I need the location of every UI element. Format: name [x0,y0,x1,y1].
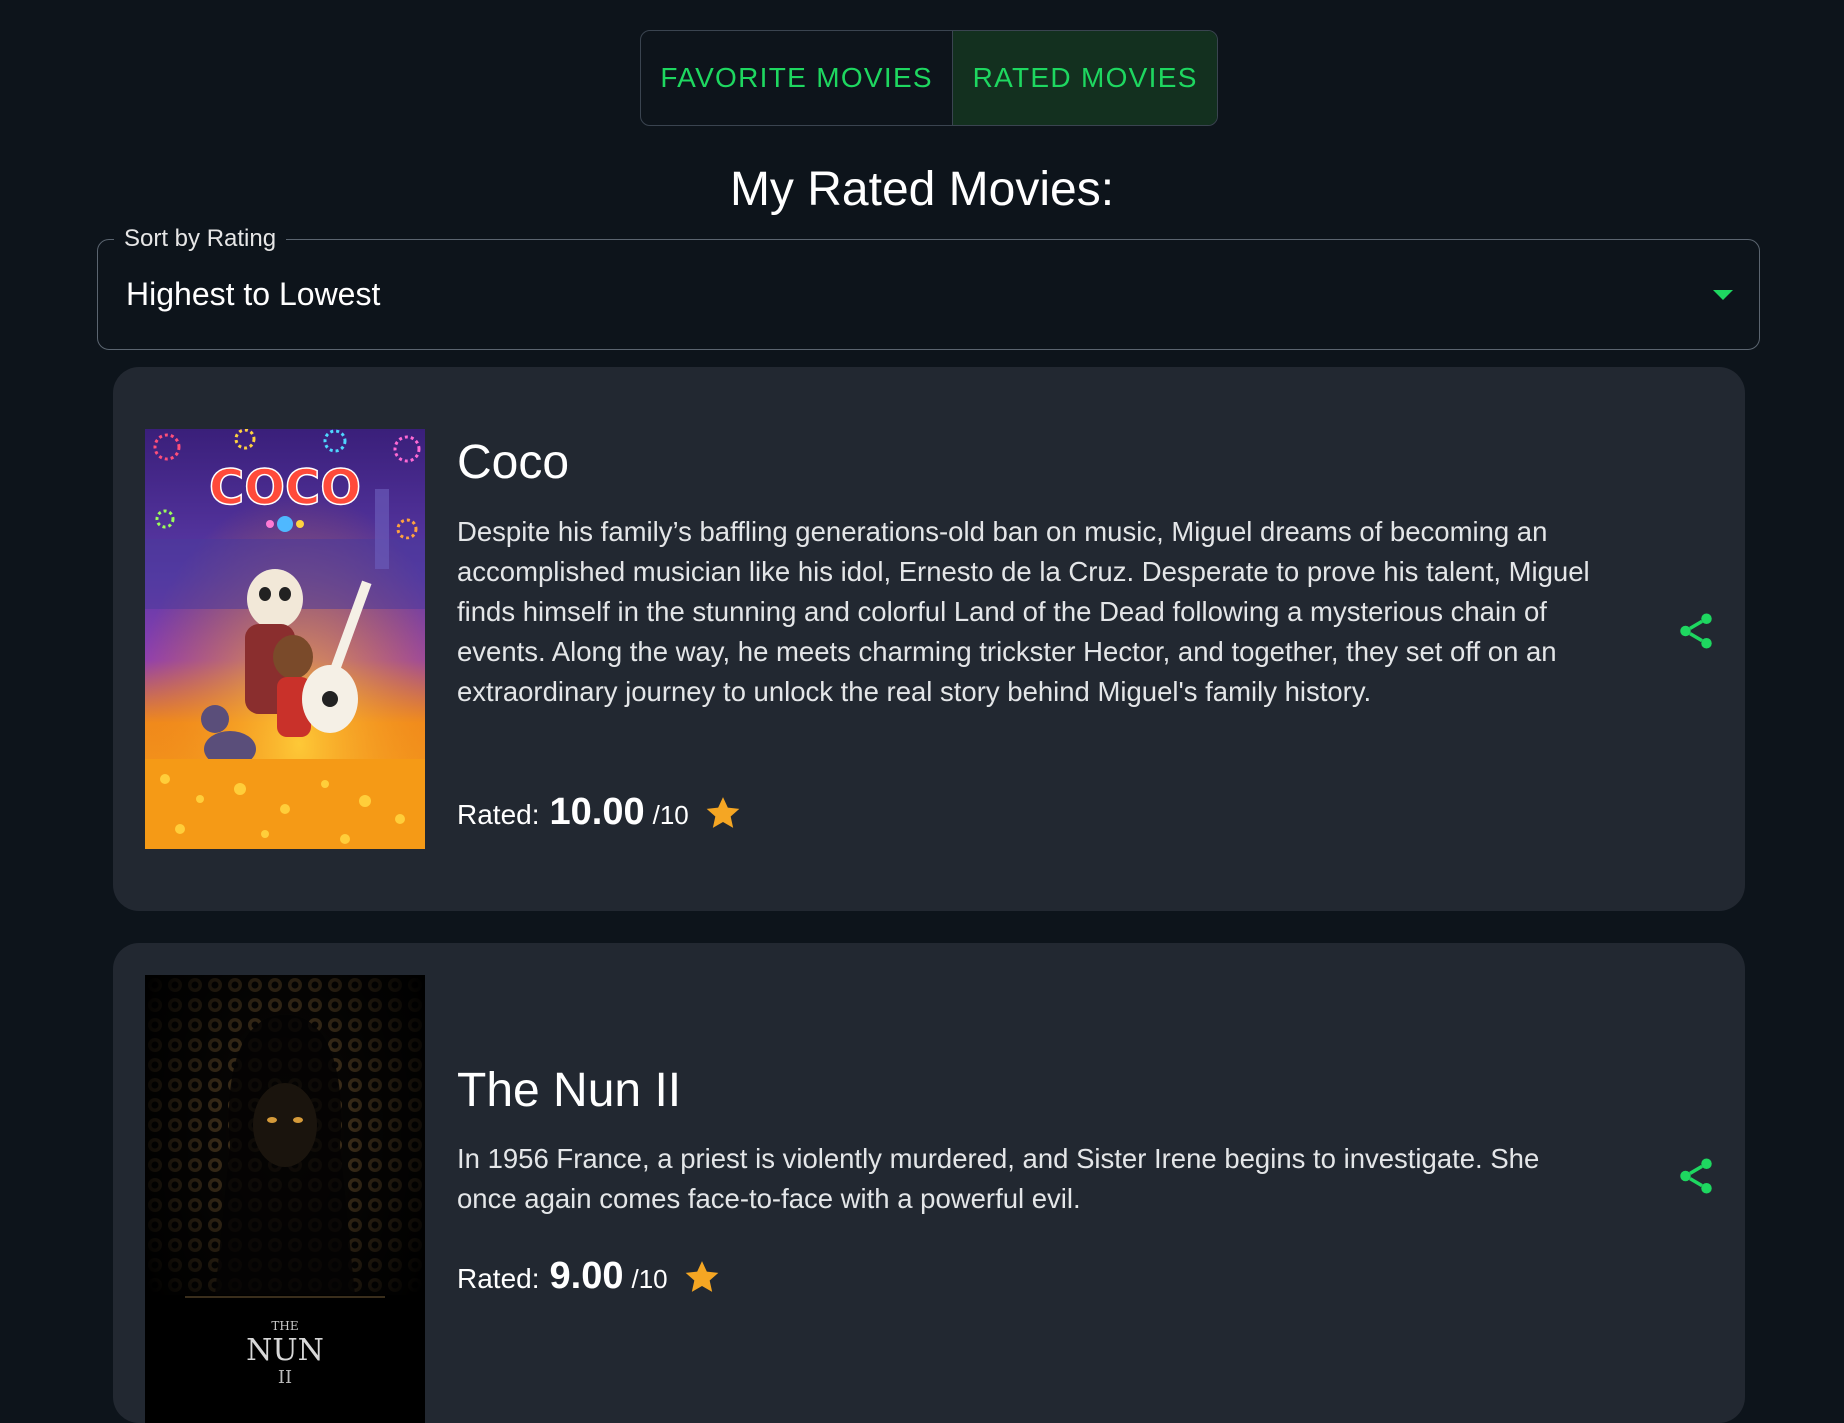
poster-title-small: THE [271,1319,298,1333]
movie-title: Coco [457,436,570,489]
poster-title-text: NUN [246,1333,324,1368]
movie-poster: COCO [145,429,425,849]
movie-overview: Despite his family’s baffling generation… [457,516,1590,707]
the-nun-ii-poster-image: THE NUN II [145,975,425,1423]
rating-max: /10 [652,800,689,830]
tab-rated-movies[interactable]: RATED MOVIES [952,31,1217,125]
chevron-down-icon[interactable] [1713,290,1733,300]
coco-poster-image: COCO [145,429,425,849]
star-icon [685,1260,718,1292]
movie-card: COCO Coco Despite his family’s baffling … [113,367,1745,911]
sort-select-label: Sort by Rating [114,224,287,254]
poster-title-text: COCO [209,460,361,516]
star-icon [706,796,740,828]
movie-rating: Rated: 10.00 /10 [457,791,743,834]
page-title: My Rated Movies: [729,163,1115,216]
rating-label: Rated: [457,799,540,830]
svg-text:II: II [278,1367,292,1388]
share-icon[interactable] [1675,1155,1717,1197]
sort-select-value: Highest to Lowest [126,276,381,312]
tab-favorite-movies[interactable]: FAVORITE MOVIES [641,31,952,125]
rating-value: 10.00 [549,791,645,833]
rating-max: /10 [631,1264,668,1294]
movie-card: THE NUN II The Nun II In 1956 France, a … [113,943,1745,1423]
movie-rating: Rated: 9.00 /10 [457,1255,722,1298]
sort-select[interactable]: Sort by Rating Highest to Lowest [97,224,1760,350]
movie-poster: THE NUN II [145,975,425,1423]
tab-bar: FAVORITE MOVIES RATED MOVIES [640,30,1218,126]
share-icon[interactable] [1675,610,1717,652]
movie-overview: In 1956 France, a priest is violently mu… [457,1143,1540,1214]
movie-title: The Nun II [457,1064,682,1117]
rating-value: 9.00 [549,1255,624,1297]
rating-label: Rated: [457,1263,540,1294]
